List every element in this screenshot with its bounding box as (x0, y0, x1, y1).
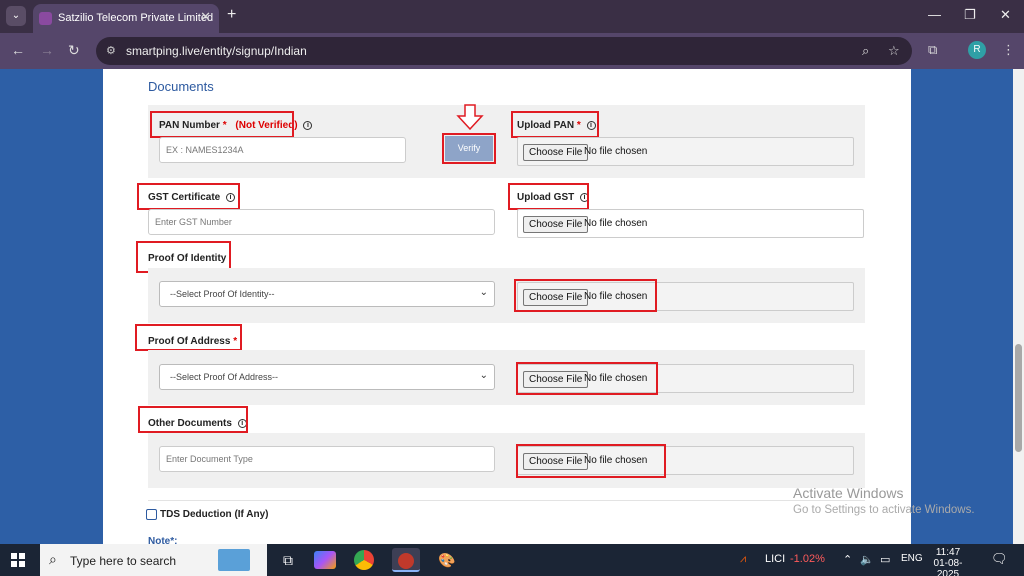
identity-file-highlight (514, 279, 657, 312)
stock-name[interactable]: LICI (765, 553, 785, 565)
chrome-icon[interactable] (354, 550, 374, 570)
gst-input[interactable]: Enter GST Number (148, 209, 495, 235)
browser-toolbar: ← → ↻ ⚙ smartping.live/entity/signup/Ind… (0, 33, 1024, 69)
tds-option[interactable]: TDS Deduction (If Any) (146, 509, 269, 520)
notifications-icon[interactable]: 🗨 (991, 551, 1008, 567)
tab-search-chevron-icon[interactable]: ⌄ (6, 6, 26, 26)
chrome-profile-window-icon[interactable] (392, 548, 420, 572)
choose-file-button[interactable]: Choose File (523, 216, 589, 233)
upload-gst-file-input[interactable]: Choose File No file chosen (517, 209, 864, 238)
upload-pan-label-highlight (511, 111, 599, 138)
gst-label-highlight (137, 183, 240, 210)
address-select-value: --Select Proof Of Address-- (170, 372, 279, 382)
pan-info-icon[interactable]: i (303, 120, 313, 130)
upload-pan-file-input[interactable]: Choose File No file chosen (517, 137, 854, 166)
activate-windows-subtitle: Go to Settings to activate Windows. (793, 504, 975, 516)
volume-icon[interactable]: 🔈 (860, 553, 874, 566)
browser-menu-icon[interactable]: ⋮ (1002, 42, 1015, 58)
verify-button-highlight (442, 133, 496, 164)
stock-change: -1.02% (790, 553, 825, 565)
taskbar-search-placeholder: Type here to search (70, 554, 177, 568)
note-label: Note*: (148, 536, 178, 544)
identity-select[interactable]: --Select Proof Of Identity-- ⌄ (159, 281, 495, 307)
profile-avatar[interactable]: R (968, 41, 986, 59)
windows-taskbar: ⌕ Type here to search ⧉ 🎨 ⩘ LICI -1.02% … (0, 544, 1024, 576)
copilot-icon[interactable] (314, 551, 336, 569)
url-text: smartping.live/entity/signup/Indian (126, 44, 307, 58)
search-highlight-illustration-icon (218, 549, 250, 571)
chevron-down-icon: ⌄ (479, 287, 488, 298)
stock-trend-icon: ⩘ (740, 553, 747, 565)
address-label-highlight (135, 324, 242, 351)
task-view-icon[interactable]: ⧉ (274, 548, 302, 572)
other-docs-file-highlight (516, 444, 666, 478)
tray-chevron-up-icon[interactable]: ⌃ (843, 553, 852, 566)
tab-title: Satzilio Telecom Private Limited (58, 12, 214, 24)
site-favicon-icon (39, 12, 52, 25)
signup-page: Documents PAN Number * (Not Verified) i … (103, 69, 911, 544)
taskbar-clock[interactable]: 11:47 01-08-2025 (930, 547, 966, 576)
documents-section-title: Documents (148, 79, 214, 94)
restore-icon[interactable]: ❐ (964, 7, 976, 23)
minimize-icon[interactable]: — (928, 7, 941, 22)
choose-file-button[interactable]: Choose File (523, 144, 589, 161)
language-indicator[interactable]: ENG (901, 553, 923, 564)
browser-tabstrip: ⌄ Satzilio Telecom Private Limited ✕ + —… (0, 0, 1024, 33)
address-select[interactable]: --Select Proof Of Address-- ⌄ (159, 364, 495, 390)
reload-icon[interactable]: ↻ (68, 42, 80, 59)
activate-windows-title: Activate Windows (793, 485, 904, 501)
identity-select-value: --Select Proof Of Identity-- (170, 289, 275, 299)
down-arrow-annotation-icon (456, 104, 484, 131)
window-close-icon[interactable]: ✕ (1000, 7, 1011, 23)
tab-close-icon[interactable]: ✕ (200, 9, 211, 25)
site-settings-icon[interactable]: ⚙ (106, 44, 116, 57)
tds-label: TDS Deduction (If Any) (160, 509, 269, 521)
other-docs-input[interactable]: Enter Document Type (159, 446, 495, 472)
section-divider (148, 500, 865, 501)
other-docs-label-highlight (138, 406, 248, 433)
paint-app-icon[interactable]: 🎨 (433, 548, 461, 572)
network-icon[interactable]: ▭ (880, 553, 890, 566)
page-scrollbar[interactable] (1013, 69, 1024, 544)
upload-gst-label-highlight (508, 183, 589, 210)
extensions-puzzle-icon[interactable]: ⧉ (928, 42, 937, 58)
clock-time: 11:47 (935, 547, 961, 558)
forward-arrow-icon[interactable]: → (40, 42, 54, 58)
search-icon: ⌕ (49, 551, 57, 567)
address-file-highlight (516, 362, 658, 395)
no-file-text: No file chosen (584, 146, 648, 157)
back-arrow-icon[interactable]: ← (11, 42, 25, 58)
tds-checkbox[interactable] (146, 509, 157, 520)
browser-tab[interactable]: Satzilio Telecom Private Limited ✕ (33, 4, 219, 33)
chevron-down-icon: ⌄ (479, 370, 488, 381)
windows-start-icon[interactable] (11, 553, 25, 567)
taskbar-search[interactable]: ⌕ Type here to search (40, 544, 267, 576)
bookmark-star-icon[interactable]: ☆ (888, 43, 900, 59)
new-tab-plus-icon[interactable]: + (227, 6, 236, 24)
no-file-text: No file chosen (584, 218, 648, 229)
clock-date: 01-08-2025 (933, 558, 963, 576)
pan-input[interactable]: EX : NAMES1234A (159, 137, 406, 163)
address-bar[interactable]: ⚙ smartping.live/entity/signup/Indian ⌕ … (96, 37, 912, 65)
pan-label-highlight (150, 111, 294, 138)
scrollbar-thumb[interactable] (1015, 344, 1022, 452)
zoom-search-icon[interactable]: ⌕ (862, 43, 869, 59)
